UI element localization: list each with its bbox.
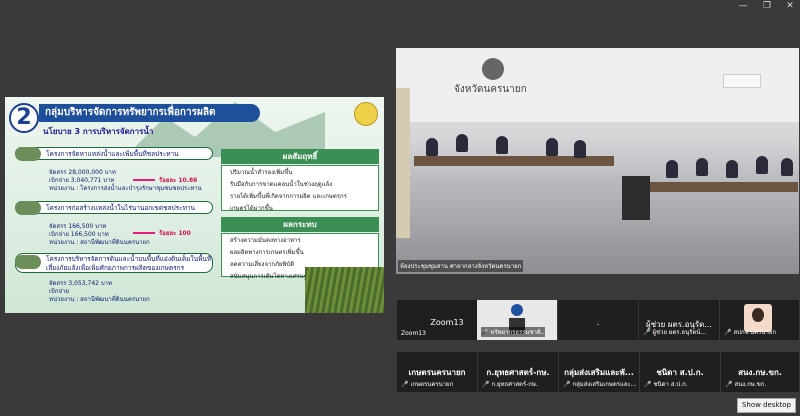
participant-person	[456, 134, 468, 152]
side-table	[646, 182, 798, 192]
result-item: รายได้เพิ่มขึ้นที่เกิดจากการผลิต และเกษต…	[230, 193, 347, 200]
wood-panel	[396, 88, 410, 238]
participant-person	[781, 158, 793, 176]
participant-name: .	[596, 318, 600, 328]
impact-box-title: ผลกระทบ	[221, 217, 379, 232]
mic-muted-icon: 🎤	[725, 381, 733, 388]
participant-person	[696, 158, 708, 176]
project-2-line: หน่วยงาน : สถานีพัฒนาที่ดินนครนายก	[49, 239, 150, 246]
show-desktop-button[interactable]: Show desktop	[736, 398, 796, 413]
participant-name: สนง.กษ.ขก.	[738, 368, 782, 377]
mic-muted-icon: 🎤	[724, 329, 732, 336]
participant-person	[496, 136, 508, 154]
participant-person	[426, 138, 438, 156]
participant-name: ชนิดา ส.ป.ก.	[656, 368, 704, 377]
shared-screen-slide: 2 กลุ่มบริหารจัดการทรัพยากรเพื่อการผลิต …	[5, 97, 384, 313]
participant-person	[666, 160, 678, 178]
participant-tile[interactable]: .	[558, 300, 638, 340]
air-conditioner	[723, 74, 761, 88]
ministry-logo	[354, 102, 378, 126]
impact-item: ผลผลิตทางการเกษตรเพิ่มขึ้น	[230, 249, 304, 256]
mic-muted-icon: 🎤	[401, 381, 409, 388]
mic-muted-icon: 🎤	[643, 329, 651, 336]
meeting-room-video[interactable]: จังหวัดนครนายก ห้องประชุมชุมสาน ศาลากลาง…	[396, 48, 799, 274]
participant-tile[interactable]: เกษตรนครนายก 🎤 เกษตรนครนายก	[397, 352, 477, 392]
minimize-button[interactable]: —	[736, 0, 750, 12]
tv-screen	[622, 176, 650, 220]
result-box: ปริมาณน้ำสำรองเพิ่มขึ้น รับมือกับการขาดแ…	[221, 165, 379, 212]
project-3-title: โครงการบริหารจัดการดินและน้ำบนพื้นที่แอ่…	[15, 253, 213, 273]
close-button[interactable]: ✕	[783, 0, 797, 12]
arrow-icon	[133, 232, 155, 234]
wall-sign-text: จังหวัดนครนายก	[454, 84, 527, 95]
participant-person	[574, 140, 586, 158]
mic-muted-icon: 🎤	[644, 381, 652, 388]
mic-muted-icon: 🎤	[481, 329, 489, 336]
camera-caption: ห้องประชุมชุมสาน ศาลากลางจังหวัดนครนายก	[398, 260, 524, 272]
participant-person	[756, 156, 768, 174]
farm-field-image	[305, 267, 384, 313]
participant-label: 🎤 ชนิดา ส.ป.ก.	[644, 381, 688, 388]
participant-label: 🎤 ก.ยุทธศาสตร์-กษ.	[482, 381, 538, 388]
project-3-line: หน่วยงาน : สถานีพัฒนาที่ดินนครนายก	[49, 296, 150, 303]
participant-tile[interactable]: ผู้ช่วย ผตร.อนุรัต... 🎤 ผู้ช่วย ผตร.อนุรั…	[639, 300, 719, 340]
participant-tile[interactable]: กลุ่มส่งเสริมและพั... 🎤 กลุ่มส่งเสริมเกษต…	[559, 352, 639, 392]
participant-label: 🎤 เกษตรนครนายก	[401, 381, 454, 388]
project-3-image	[15, 255, 41, 269]
result-item: เกษตรได้มากขึ้น	[230, 205, 273, 212]
impact-item: สร้างความมั่นคงทางอาหาร	[230, 237, 301, 244]
project-2-image	[15, 201, 41, 215]
mic-muted-icon: 🎤	[563, 381, 571, 388]
participant-name: กลุ่มส่งเสริมและพั...	[564, 368, 634, 377]
participant-label: 🎤 สปกจ.นครนายก	[724, 329, 776, 336]
participant-tile[interactable]: ชนิดา ส.ป.ก. 🎤 ชนิดา ส.ป.ก.	[640, 352, 720, 392]
mic-muted-icon: 🎤	[482, 381, 490, 388]
project-1-image	[15, 147, 41, 161]
participant-person	[726, 160, 738, 178]
participant-label: 🎤 ทรัพยากรธรรมชาติ..	[481, 327, 545, 337]
slide-subtitle: นโยบาย 3 การบริหารจัดการน้ำ	[43, 127, 154, 136]
arrow-icon	[133, 179, 155, 181]
slide-title: กลุ่มบริหารจัดการทรัพยากรเพื่อการผลิต	[39, 104, 260, 122]
project-2-percent: ร้อยละ 100	[159, 230, 191, 237]
participant-tile[interactable]: สนง.กษ.ขก. 🎤 สนง.กษ.ขก.	[721, 352, 799, 392]
participant-tile[interactable]: ก.ยุทธศาสตร์-กษ. 🎤 ก.ยุทธศาสตร์-กษ.	[478, 352, 558, 392]
emblem-icon	[482, 58, 504, 80]
participant-tile[interactable]: 🎤 สปกจ.นครนายก	[720, 300, 799, 340]
maximize-button[interactable]: ❐	[760, 0, 774, 12]
participant-tile[interactable]: 🎤 ทรัพยากรธรรมชาติ..	[477, 300, 557, 340]
participant-label: 🎤 กลุ่มส่งเสริมเกษตรและ...	[563, 381, 637, 388]
result-item: ปริมาณน้ำสำรองเพิ่มขึ้น	[230, 169, 293, 176]
result-item: รับมือกับการขาดแคลนน้ำในช่วงฤดูแล้ง	[230, 181, 333, 188]
participant-name: ก.ยุทธศาสตร์-กษ.	[486, 368, 550, 377]
participant-label: Zoom13	[401, 330, 426, 337]
participant-person	[546, 138, 558, 156]
project-2-title: โครงการก่อสร้างแหล่งน้ำในไร่นานอกเขตชลปร…	[15, 201, 213, 214]
slide-number: 2	[9, 103, 39, 133]
emblem-icon	[511, 304, 523, 316]
participant-label: 🎤 ผู้ช่วย ผตร.อนุรัตน์...	[643, 329, 707, 336]
participant-name: เกษตรนครนายก	[408, 368, 466, 377]
result-box-title: ผลสัมฤทธิ์	[221, 149, 379, 164]
project-1-percent: ร้อยละ 10.86	[159, 177, 198, 184]
project-1-title: โครงการจัดหาแหล่งน้ำและเพิ่มพื้นที่ชลประ…	[15, 147, 213, 160]
participant-label: 🎤 สนง.กษ.ขก.	[725, 381, 767, 388]
